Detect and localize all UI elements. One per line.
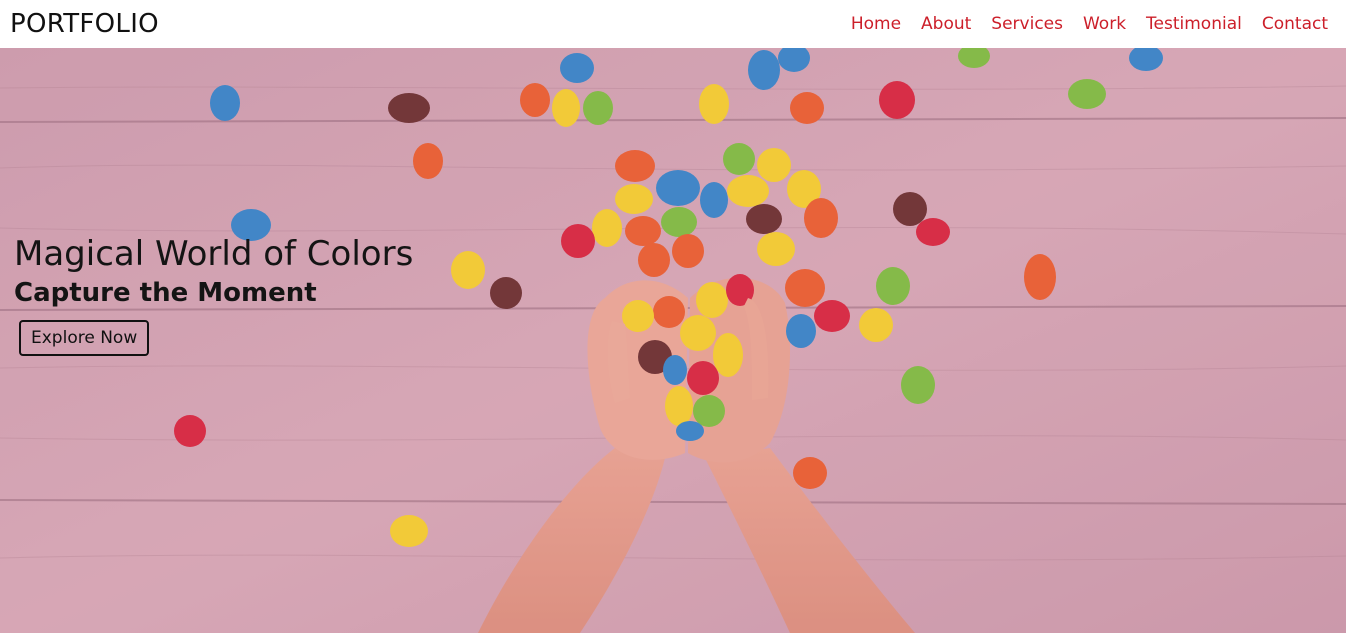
nav-menu: Home About Services Work Testimonial Con… bbox=[851, 14, 1328, 34]
nav-link-services[interactable]: Services bbox=[991, 14, 1063, 34]
site-logo[interactable]: PORTFOLIO bbox=[10, 9, 159, 39]
hero-text: Magical World of Colors Capture the Mome… bbox=[14, 234, 413, 356]
hero-section: Magical World of Colors Capture the Mome… bbox=[0, 48, 1346, 633]
nav-link-home[interactable]: Home bbox=[851, 14, 901, 34]
explore-now-button[interactable]: Explore Now bbox=[19, 320, 150, 356]
nav-link-testimonial[interactable]: Testimonial bbox=[1146, 14, 1242, 34]
nav-link-about[interactable]: About bbox=[921, 14, 971, 34]
nav-link-work[interactable]: Work bbox=[1083, 14, 1126, 34]
nav-link-contact[interactable]: Contact bbox=[1262, 14, 1328, 34]
hero-title: Magical World of Colors bbox=[14, 234, 414, 274]
navbar: PORTFOLIO Home About Services Work Testi… bbox=[0, 0, 1346, 48]
hero-subtitle: Capture the Moment bbox=[14, 278, 317, 308]
